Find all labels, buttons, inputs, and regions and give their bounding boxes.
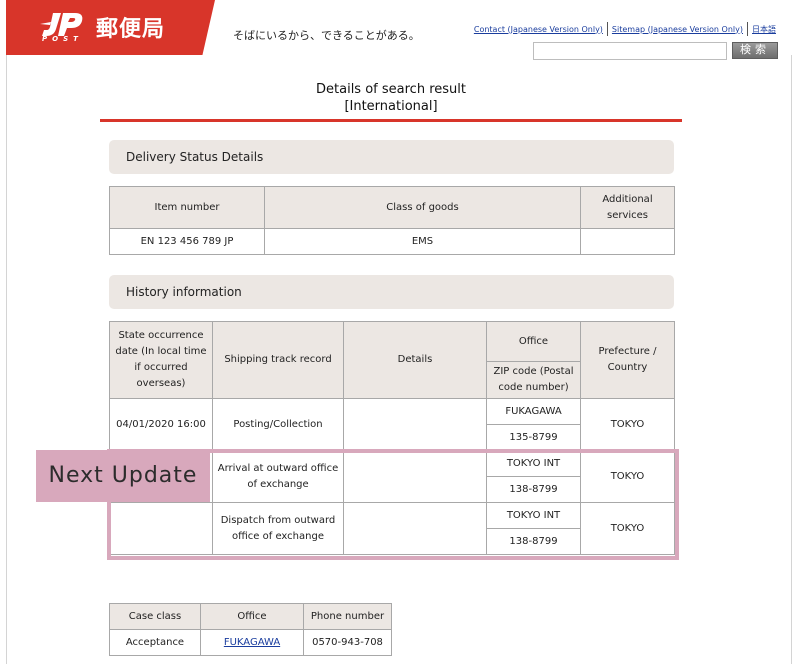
page-title-line1: Details of search result (316, 82, 466, 97)
case-class-cell: Acceptance (109, 629, 201, 656)
column-header: Additional services (580, 186, 675, 229)
office-link[interactable]: FUKAGAWA (224, 637, 280, 648)
column-header-details: Details (343, 321, 487, 399)
details-cell (343, 398, 487, 451)
search-input[interactable] (533, 42, 727, 60)
table-row: Dispatch from outward office of exchange… (109, 502, 675, 555)
table-header-row: State occurrence date (In local time if … (109, 321, 675, 399)
contact-link[interactable]: Contact (Japanese Version Only) (470, 25, 607, 34)
page-border-right (791, 55, 792, 664)
table-row: 04/01/2020 16:00 Posting/Collection FUKA… (109, 398, 675, 451)
column-header: Item number (109, 186, 265, 229)
column-header: Office (200, 603, 304, 630)
date-cell (109, 502, 213, 555)
details-cell (343, 502, 487, 555)
column-header-record: Shipping track record (212, 321, 344, 399)
record-cell: Dispatch from outward office of exchange (212, 502, 344, 555)
title-divider (100, 119, 682, 122)
office-cell: TOKYO INT (486, 502, 581, 529)
additional-services (580, 228, 675, 255)
sitemap-link[interactable]: Sitemap (Japanese Version Only) (608, 25, 747, 34)
delivery-status-table: Item number Class of goods Additional se… (109, 186, 675, 255)
column-header: Class of goods (264, 186, 581, 229)
tagline: そばにいるから、できることがある。 (233, 29, 420, 42)
table-row: Acceptance FUKAGAWA 0570-943-708 (109, 629, 392, 656)
column-header-office: Office (486, 321, 581, 362)
logo-name: 郵便局 (96, 17, 166, 42)
phone-cell: 0570-943-708 (303, 629, 392, 656)
office-cell: FUKAGAWA (486, 398, 581, 425)
office-cell: FUKAGAWA (200, 629, 304, 656)
item-number: EN 123 456 789 JP (109, 228, 265, 255)
office-cell: TOKYO INT (486, 450, 581, 477)
prefecture-cell: TOKYO (580, 502, 675, 555)
column-header-date: State occurrence date (In local time if … (109, 321, 213, 399)
delivery-status-header: Delivery Status Details (109, 140, 674, 174)
japan-post-logo[interactable]: POST 郵便局 (6, 0, 215, 55)
page-title: Details of search result [International] (100, 81, 682, 115)
table-header-row: Case class Office Phone number (109, 603, 392, 630)
next-update-label: Next Update (36, 450, 210, 502)
record-cell: Arrival at outward office of exchange (212, 450, 344, 503)
japanese-link[interactable]: 日本語 (748, 24, 780, 35)
search-button[interactable]: 検索 (732, 42, 778, 59)
page-border-left (6, 55, 7, 664)
history-table: State occurrence date (In local time if … (109, 321, 675, 555)
column-header: Case class (109, 603, 201, 630)
zip-cell: 138-8799 (486, 476, 581, 503)
column-header-prefecture: Prefecture / Country (580, 321, 675, 399)
column-header-zip: ZIP code (Postal code number) (486, 361, 581, 399)
column-header: Phone number (303, 603, 392, 630)
prefecture-cell: TOKYO (580, 398, 675, 451)
details-cell (343, 450, 487, 503)
table-row: EN 123 456 789 JP EMS (109, 228, 675, 255)
zip-cell: 138-8799 (486, 528, 581, 555)
date-cell: 04/01/2020 16:00 (109, 398, 213, 451)
record-cell: Posting/Collection (212, 398, 344, 451)
class-of-goods: EMS (264, 228, 581, 255)
page-title-line2: [International] (344, 99, 438, 114)
table-header-row: Item number Class of goods Additional se… (109, 186, 675, 229)
contact-table: Case class Office Phone number Acceptanc… (109, 603, 392, 656)
history-header: History information (109, 275, 674, 309)
zip-cell: 135-8799 (486, 424, 581, 451)
logo-post-text: POST (42, 35, 83, 43)
prefecture-cell: TOKYO (580, 450, 675, 503)
top-links: Contact (Japanese Version Only) Sitemap … (470, 20, 780, 38)
